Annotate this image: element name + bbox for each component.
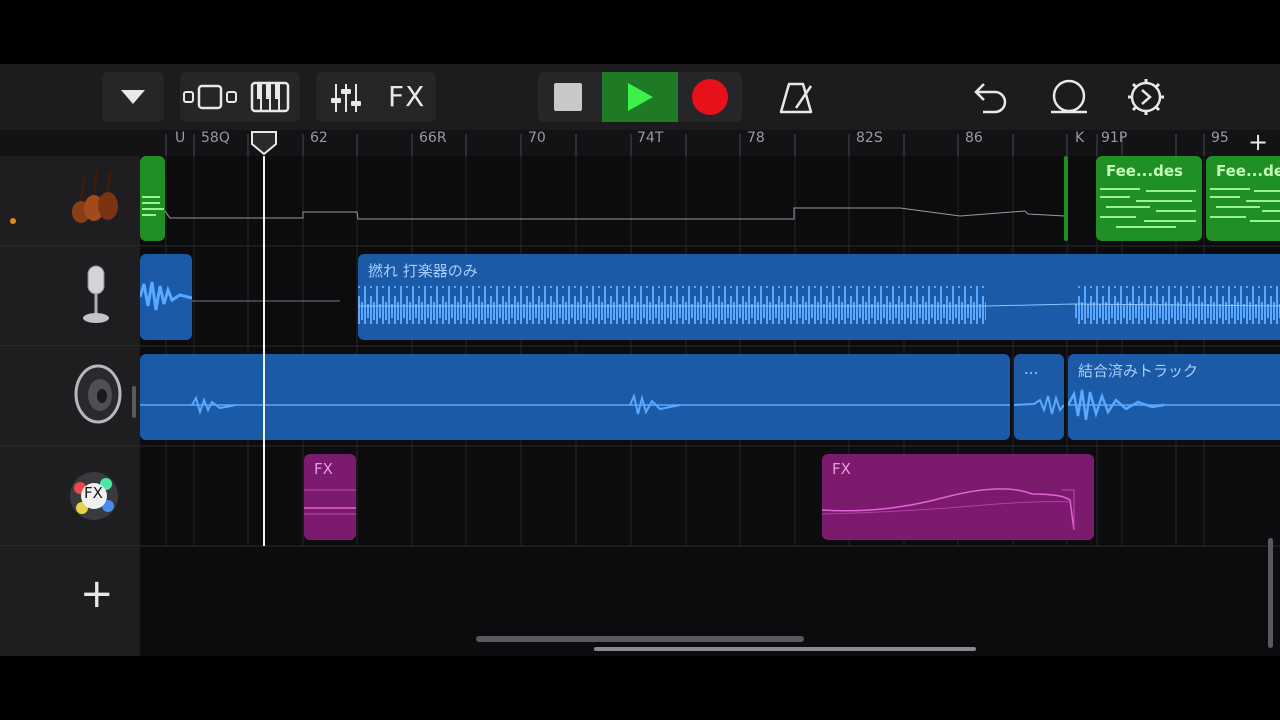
ruler-label: 95 xyxy=(1211,130,1229,146)
track-headers: FX + xyxy=(0,156,140,656)
play-icon xyxy=(628,83,653,111)
audio-region[interactable]: 撚れ 打楽器のみ xyxy=(358,254,1280,340)
ruler-label: K xyxy=(1075,130,1085,146)
track-indicator-dot xyxy=(10,218,16,224)
undo-icon[interactable] xyxy=(963,72,1013,122)
ruler-label: U xyxy=(175,130,186,146)
vertical-scrollbar[interactable] xyxy=(1268,538,1273,648)
track-resize-handle[interactable] xyxy=(132,386,136,418)
mixer-icon[interactable] xyxy=(316,72,376,122)
midi-notes xyxy=(1100,188,1196,228)
audio-region[interactable]: 結合済みトラック xyxy=(1068,354,1280,440)
transport-group xyxy=(538,72,742,122)
microphone-icon xyxy=(83,265,109,323)
ruler-label: 62 xyxy=(310,130,328,146)
fx-region[interactable]: FX xyxy=(822,454,1094,540)
audio-region[interactable] xyxy=(140,254,192,340)
ruler-label: 74T xyxy=(637,130,664,146)
loop-icon[interactable] xyxy=(1043,72,1093,122)
violin-icon xyxy=(72,169,118,223)
fx-automation xyxy=(304,489,356,515)
waveform xyxy=(140,281,192,311)
ruler-label: 82S xyxy=(856,130,883,146)
record-icon[interactable] xyxy=(680,72,742,122)
home-indicator xyxy=(594,647,976,651)
keyboard-icon[interactable] xyxy=(240,72,300,122)
track-area[interactable]: Fee...des Fee...des 撚れ 打楽器のみ xyxy=(140,156,1280,656)
add-section-button[interactable]: + xyxy=(1248,128,1268,156)
track-header-strings[interactable] xyxy=(0,156,140,246)
fx-icon-label: FX xyxy=(84,484,103,502)
track-header-speaker[interactable] xyxy=(0,346,140,446)
waveform xyxy=(140,392,1010,416)
ruler-label: 58Q xyxy=(201,130,230,146)
audio-region[interactable] xyxy=(140,354,1010,440)
horizontal-scrollbar[interactable] xyxy=(476,636,804,642)
garageband-window: FX U 58Q 62 66R 70 74T 78 82S 86 K 91P 9… xyxy=(0,64,1280,656)
view-toggle-group xyxy=(180,72,300,122)
ruler-label: 91P xyxy=(1101,130,1128,146)
track-header-microphone[interactable] xyxy=(0,246,140,346)
toolbar: FX xyxy=(0,64,1280,130)
mixer-fx-group: FX xyxy=(316,72,436,122)
playhead-handle[interactable] xyxy=(249,130,279,156)
add-track-button[interactable]: + xyxy=(80,574,114,614)
waveform xyxy=(1014,394,1064,415)
playhead-line[interactable] xyxy=(263,156,265,546)
fx-region[interactable]: FX xyxy=(304,454,356,540)
fx-button[interactable]: FX xyxy=(388,80,425,113)
ruler-label: 78 xyxy=(747,130,765,146)
play-button[interactable] xyxy=(602,72,678,122)
ruler-label: 86 xyxy=(965,130,983,146)
settings-icon[interactable] xyxy=(1121,72,1171,122)
midi-region-sliver[interactable] xyxy=(1064,156,1068,241)
midi-region[interactable]: Fee...des xyxy=(1096,156,1202,241)
audio-region[interactable]: ... xyxy=(1014,354,1064,440)
dropdown-button[interactable] xyxy=(102,72,164,122)
dropdown-icon xyxy=(121,90,145,104)
stop-icon[interactable] xyxy=(538,72,600,122)
waveform xyxy=(1068,389,1280,421)
midi-notes xyxy=(1210,188,1280,222)
track-header-fx[interactable]: FX xyxy=(0,446,140,546)
ruler-label: 66R xyxy=(419,130,447,146)
fx-automation xyxy=(822,488,1075,531)
speaker-icon xyxy=(74,364,122,424)
metronome-icon[interactable] xyxy=(771,72,821,122)
ruler-label: 70 xyxy=(528,130,546,146)
timeline-ruler[interactable]: U 58Q 62 66R 70 74T 78 82S 86 K 91P 95 + xyxy=(140,128,1280,156)
tracks-view-icon[interactable] xyxy=(180,72,240,122)
midi-region[interactable]: Fee...des xyxy=(1206,156,1280,241)
waveform xyxy=(358,286,1280,324)
